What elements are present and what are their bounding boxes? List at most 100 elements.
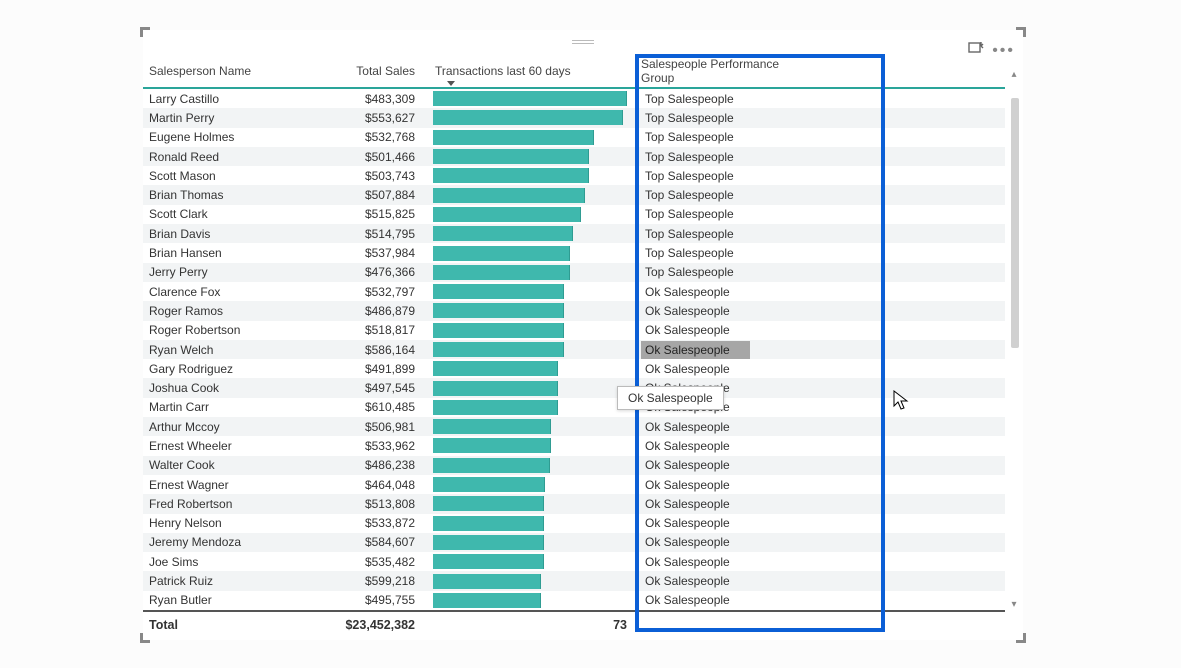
cell-transactions-bar bbox=[433, 400, 631, 415]
cell-sales: $486,238 bbox=[253, 458, 433, 472]
cell-name: Ernest Wagner bbox=[143, 478, 253, 492]
cell-group: Top Salespeople bbox=[631, 188, 801, 202]
cell-group: Ok Salespeople bbox=[631, 304, 801, 318]
table-row[interactable]: Brian Davis$514,795Top Salespeople bbox=[143, 224, 1005, 243]
table-header-row: Salesperson Name Total Sales Transaction… bbox=[143, 55, 1005, 89]
col-header-sales[interactable]: Total Sales bbox=[253, 64, 433, 78]
table-row[interactable]: Ernest Wheeler$533,962Ok Salespeople bbox=[143, 436, 1005, 455]
table-row[interactable]: Joshua Cook$497,545Ok Salespeople bbox=[143, 378, 1005, 397]
data-bar bbox=[433, 246, 570, 261]
cell-sales: $506,981 bbox=[253, 420, 433, 434]
cell-transactions-bar bbox=[433, 361, 631, 376]
cell-sales: $491,899 bbox=[253, 362, 433, 376]
table-row[interactable]: Scott Mason$503,743Top Salespeople bbox=[143, 166, 1005, 185]
cell-transactions-bar bbox=[433, 419, 631, 434]
more-options-icon[interactable]: ••• bbox=[992, 46, 1015, 56]
cell-group: Ok Salespeople bbox=[631, 497, 801, 511]
table-row[interactable]: Joe Sims$535,482Ok Salespeople bbox=[143, 552, 1005, 571]
table-row[interactable]: Eugene Holmes$532,768Top Salespeople bbox=[143, 128, 1005, 147]
table-row[interactable]: Jerry Perry$476,366Top Salespeople bbox=[143, 263, 1005, 282]
data-bar bbox=[433, 419, 551, 434]
scroll-down-icon[interactable]: ▾ bbox=[1009, 600, 1019, 610]
cell-sales: $497,545 bbox=[253, 381, 433, 395]
table-total-row: Total $23,452,382 73 bbox=[143, 610, 1005, 638]
table-row[interactable]: Roger Robertson$518,817Ok Salespeople bbox=[143, 321, 1005, 340]
cell-name: Jeremy Mendoza bbox=[143, 535, 253, 549]
cell-sales: $599,218 bbox=[253, 574, 433, 588]
cell-group: Ok Salespeople bbox=[631, 516, 801, 530]
table-row[interactable]: Ryan Butler$495,755Ok Salespeople bbox=[143, 591, 1005, 610]
drag-grip-icon[interactable] bbox=[572, 40, 594, 44]
table-row[interactable]: Clarence Fox$532,797Ok Salespeople bbox=[143, 282, 1005, 301]
cell-name: Brian Hansen bbox=[143, 246, 253, 260]
table-visual[interactable]: ••• Salesperson Name Total Sales Transac… bbox=[143, 30, 1023, 640]
table-row[interactable]: Arthur Mccoy$506,981Ok Salespeople bbox=[143, 417, 1005, 436]
table-row[interactable]: Fred Robertson$513,808Ok Salespeople bbox=[143, 494, 1005, 513]
cell-sales: $532,797 bbox=[253, 285, 433, 299]
resize-handle-tr[interactable] bbox=[1016, 27, 1026, 37]
table-row[interactable]: Martin Perry$553,627Top Salespeople bbox=[143, 108, 1005, 127]
cell-name: Patrick Ruiz bbox=[143, 574, 253, 588]
cell-sales: $584,607 bbox=[253, 535, 433, 549]
data-bar bbox=[433, 438, 551, 453]
cell-group: Top Salespeople bbox=[631, 169, 801, 183]
cell-transactions-bar bbox=[433, 323, 631, 338]
table-row[interactable]: Brian Thomas$507,884Top Salespeople bbox=[143, 185, 1005, 204]
scroll-thumb[interactable] bbox=[1011, 98, 1019, 348]
table-row[interactable]: Walter Cook$486,238Ok Salespeople bbox=[143, 456, 1005, 475]
cell-transactions-bar bbox=[433, 342, 631, 357]
cell-sales: $513,808 bbox=[253, 497, 433, 511]
data-bar bbox=[433, 323, 564, 338]
data-bar bbox=[433, 574, 541, 589]
cell-group: Ok Salespeople bbox=[631, 535, 801, 549]
cell-sales: $532,768 bbox=[253, 130, 433, 144]
cell-transactions-bar bbox=[433, 381, 631, 396]
table-row[interactable]: Brian Hansen$537,984Top Salespeople bbox=[143, 243, 1005, 262]
table-row[interactable]: Ernest Wagner$464,048Ok Salespeople bbox=[143, 475, 1005, 494]
table-row[interactable]: Roger Ramos$486,879Ok Salespeople bbox=[143, 301, 1005, 320]
scroll-up-icon[interactable]: ▴ bbox=[1009, 70, 1019, 80]
cell-name: Scott Clark bbox=[143, 207, 253, 221]
data-bar bbox=[433, 188, 585, 203]
data-bar bbox=[433, 496, 544, 511]
table-row[interactable]: Martin Carr$610,485Ok Salespeople bbox=[143, 398, 1005, 417]
cell-transactions-bar bbox=[433, 303, 631, 318]
resize-handle-br[interactable] bbox=[1016, 633, 1026, 643]
cell-group: Ok Salespeople bbox=[631, 362, 801, 376]
table-row[interactable]: Scott Clark$515,825Top Salespeople bbox=[143, 205, 1005, 224]
vertical-scrollbar[interactable]: ▴ ▾ bbox=[1009, 70, 1021, 610]
table-row[interactable]: Ryan Welch$586,164Ok Salespeople bbox=[143, 340, 1005, 359]
table-row[interactable]: Jeremy Mendoza$584,607 Ok Salespeople bbox=[143, 533, 1005, 552]
cell-group: Ok Salespeople bbox=[631, 420, 801, 434]
data-bar bbox=[433, 400, 558, 415]
data-bar bbox=[433, 303, 564, 318]
cell-name: Roger Robertson bbox=[143, 323, 253, 337]
cell-group: Top Salespeople bbox=[631, 92, 801, 106]
cell-sales: $486,879 bbox=[253, 304, 433, 318]
cell-name: Ryan Butler bbox=[143, 593, 253, 607]
cell-sales: $483,309 bbox=[253, 92, 433, 106]
cell-sales: $518,817 bbox=[253, 323, 433, 337]
resize-handle-tl[interactable] bbox=[140, 27, 150, 37]
table-row[interactable]: Henry Nelson$533,872Ok Salespeople bbox=[143, 514, 1005, 533]
cell-name: Joe Sims bbox=[143, 555, 253, 569]
table-row[interactable]: Larry Castillo$483,309Top Salespeople bbox=[143, 89, 1005, 108]
cell-sales: $535,482 bbox=[253, 555, 433, 569]
cell-transactions-bar bbox=[433, 188, 631, 203]
cell-name: Eugene Holmes bbox=[143, 130, 253, 144]
table-row[interactable]: Gary Rodriguez$491,899Ok Salespeople bbox=[143, 359, 1005, 378]
table-row[interactable]: Ronald Reed$501,466Top Salespeople bbox=[143, 147, 1005, 166]
cell-name: Brian Thomas bbox=[143, 188, 253, 202]
cell-transactions-bar bbox=[433, 554, 631, 569]
cell-group: Ok Salespeople bbox=[631, 439, 801, 453]
cell-name: Clarence Fox bbox=[143, 285, 253, 299]
col-header-group[interactable]: Salespeople Performance Group bbox=[631, 57, 801, 85]
cell-name: Ryan Welch bbox=[143, 343, 253, 357]
cell-group: Ok Salespeople bbox=[631, 574, 801, 588]
col-header-transactions[interactable]: Transactions last 60 days bbox=[433, 64, 631, 78]
cell-transactions-bar bbox=[433, 496, 631, 511]
data-bar bbox=[433, 535, 544, 550]
col-header-name[interactable]: Salesperson Name bbox=[143, 64, 253, 78]
cell-transactions-bar bbox=[433, 458, 631, 473]
table-row[interactable]: Patrick Ruiz$599,218 Ok Salespeople bbox=[143, 571, 1005, 590]
